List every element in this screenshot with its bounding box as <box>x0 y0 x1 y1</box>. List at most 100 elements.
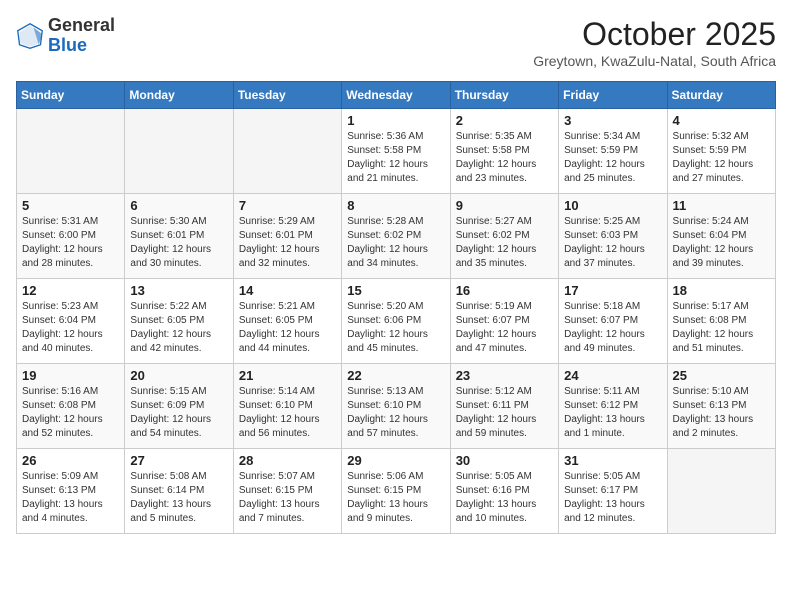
day-info: Sunrise: 5:29 AM Sunset: 6:01 PM Dayligh… <box>239 215 336 271</box>
day-number: 20 <box>130 368 227 383</box>
calendar-table: SundayMondayTuesdayWednesdayThursdayFrid… <box>16 81 776 534</box>
day-number: 5 <box>22 198 119 213</box>
day-info: Sunrise: 5:16 AM Sunset: 6:08 PM Dayligh… <box>22 385 119 441</box>
calendar-cell: 23 Sunrise: 5:12 AM Sunset: 6:11 PM Dayli… <box>450 364 558 449</box>
day-info: Sunrise: 5:32 AM Sunset: 5:59 PM Dayligh… <box>673 130 770 186</box>
calendar-cell: 25 Sunrise: 5:10 AM Sunset: 6:13 PM Dayli… <box>667 364 775 449</box>
calendar-cell: 7 Sunrise: 5:29 AM Sunset: 6:01 PM Daylig… <box>233 194 341 279</box>
calendar-cell <box>233 109 341 194</box>
day-info: Sunrise: 5:10 AM Sunset: 6:13 PM Dayligh… <box>673 385 770 441</box>
day-info: Sunrise: 5:15 AM Sunset: 6:09 PM Dayligh… <box>130 385 227 441</box>
day-info: Sunrise: 5:21 AM Sunset: 6:05 PM Dayligh… <box>239 300 336 356</box>
calendar-cell <box>667 449 775 534</box>
day-info: Sunrise: 5:23 AM Sunset: 6:04 PM Dayligh… <box>22 300 119 356</box>
calendar-cell: 3 Sunrise: 5:34 AM Sunset: 5:59 PM Daylig… <box>559 109 667 194</box>
logo-general: General <box>48 15 115 35</box>
day-number: 15 <box>347 283 444 298</box>
day-info: Sunrise: 5:35 AM Sunset: 5:58 PM Dayligh… <box>456 130 553 186</box>
day-number: 14 <box>239 283 336 298</box>
day-number: 7 <box>239 198 336 213</box>
col-header-wednesday: Wednesday <box>342 82 450 109</box>
calendar-cell: 12 Sunrise: 5:23 AM Sunset: 6:04 PM Dayli… <box>17 279 125 364</box>
day-number: 24 <box>564 368 661 383</box>
day-number: 25 <box>673 368 770 383</box>
day-number: 8 <box>347 198 444 213</box>
day-number: 6 <box>130 198 227 213</box>
logo-text: General Blue <box>48 16 115 56</box>
day-number: 19 <box>22 368 119 383</box>
day-info: Sunrise: 5:30 AM Sunset: 6:01 PM Dayligh… <box>130 215 227 271</box>
day-info: Sunrise: 5:19 AM Sunset: 6:07 PM Dayligh… <box>456 300 553 356</box>
calendar-cell: 31 Sunrise: 5:05 AM Sunset: 6:17 PM Dayli… <box>559 449 667 534</box>
week-row-1: 1 Sunrise: 5:36 AM Sunset: 5:58 PM Daylig… <box>17 109 776 194</box>
col-header-sunday: Sunday <box>17 82 125 109</box>
day-number: 9 <box>456 198 553 213</box>
col-header-friday: Friday <box>559 82 667 109</box>
col-header-tuesday: Tuesday <box>233 82 341 109</box>
day-info: Sunrise: 5:25 AM Sunset: 6:03 PM Dayligh… <box>564 215 661 271</box>
day-number: 12 <box>22 283 119 298</box>
day-number: 29 <box>347 453 444 468</box>
day-info: Sunrise: 5:24 AM Sunset: 6:04 PM Dayligh… <box>673 215 770 271</box>
day-number: 16 <box>456 283 553 298</box>
day-info: Sunrise: 5:06 AM Sunset: 6:15 PM Dayligh… <box>347 470 444 526</box>
location: Greytown, KwaZulu-Natal, South Africa <box>533 53 776 69</box>
day-number: 28 <box>239 453 336 468</box>
calendar-cell: 13Sunrise: 5:22 AM Sunset: 6:05 PM Dayli… <box>125 279 233 364</box>
day-number: 4 <box>673 113 770 128</box>
calendar-cell: 27 Sunrise: 5:08 AM Sunset: 6:14 PM Dayli… <box>125 449 233 534</box>
calendar-cell: 18Sunrise: 5:17 AM Sunset: 6:08 PM Dayli… <box>667 279 775 364</box>
calendar-cell: 17Sunrise: 5:18 AM Sunset: 6:07 PM Dayli… <box>559 279 667 364</box>
day-info: Sunrise: 5:20 AM Sunset: 6:06 PM Dayligh… <box>347 300 444 356</box>
calendar-cell <box>125 109 233 194</box>
day-info: Sunrise: 5:28 AM Sunset: 6:02 PM Dayligh… <box>347 215 444 271</box>
col-header-saturday: Saturday <box>667 82 775 109</box>
day-info: Sunrise: 5:12 AM Sunset: 6:11 PM Dayligh… <box>456 385 553 441</box>
calendar-cell: 24Sunrise: 5:11 AM Sunset: 6:12 PM Dayli… <box>559 364 667 449</box>
calendar-cell: 10 Sunrise: 5:25 AM Sunset: 6:03 PM Dayli… <box>559 194 667 279</box>
day-number: 23 <box>456 368 553 383</box>
day-info: Sunrise: 5:31 AM Sunset: 6:00 PM Dayligh… <box>22 215 119 271</box>
week-row-4: 19 Sunrise: 5:16 AM Sunset: 6:08 PM Dayli… <box>17 364 776 449</box>
day-info: Sunrise: 5:13 AM Sunset: 6:10 PM Dayligh… <box>347 385 444 441</box>
calendar-cell: 4 Sunrise: 5:32 AM Sunset: 5:59 PM Daylig… <box>667 109 775 194</box>
day-info: Sunrise: 5:05 AM Sunset: 6:17 PM Dayligh… <box>564 470 661 526</box>
calendar-cell <box>17 109 125 194</box>
week-row-2: 5 Sunrise: 5:31 AM Sunset: 6:00 PM Daylig… <box>17 194 776 279</box>
calendar-cell: 5 Sunrise: 5:31 AM Sunset: 6:00 PM Daylig… <box>17 194 125 279</box>
calendar-cell: 8 Sunrise: 5:28 AM Sunset: 6:02 PM Daylig… <box>342 194 450 279</box>
logo: General Blue <box>16 16 115 56</box>
week-row-5: 26Sunrise: 5:09 AM Sunset: 6:13 PM Dayli… <box>17 449 776 534</box>
col-header-monday: Monday <box>125 82 233 109</box>
day-number: 26 <box>22 453 119 468</box>
day-info: Sunrise: 5:17 AM Sunset: 6:08 PM Dayligh… <box>673 300 770 356</box>
day-number: 30 <box>456 453 553 468</box>
day-info: Sunrise: 5:18 AM Sunset: 6:07 PM Dayligh… <box>564 300 661 356</box>
header-row: SundayMondayTuesdayWednesdayThursdayFrid… <box>17 82 776 109</box>
day-number: 10 <box>564 198 661 213</box>
day-info: Sunrise: 5:36 AM Sunset: 5:58 PM Dayligh… <box>347 130 444 186</box>
week-row-3: 12 Sunrise: 5:23 AM Sunset: 6:04 PM Dayli… <box>17 279 776 364</box>
calendar-cell: 29 Sunrise: 5:06 AM Sunset: 6:15 PM Dayli… <box>342 449 450 534</box>
day-number: 3 <box>564 113 661 128</box>
day-number: 31 <box>564 453 661 468</box>
day-number: 27 <box>130 453 227 468</box>
day-number: 22 <box>347 368 444 383</box>
day-info: Sunrise: 5:08 AM Sunset: 6:14 PM Dayligh… <box>130 470 227 526</box>
page-header: General Blue October 2025 Greytown, KwaZ… <box>16 16 776 69</box>
month-title: October 2025 <box>533 16 776 53</box>
day-info: Sunrise: 5:05 AM Sunset: 6:16 PM Dayligh… <box>456 470 553 526</box>
day-info: Sunrise: 5:27 AM Sunset: 6:02 PM Dayligh… <box>456 215 553 271</box>
day-number: 13 <box>130 283 227 298</box>
day-number: 2 <box>456 113 553 128</box>
calendar-cell: 21Sunrise: 5:14 AM Sunset: 6:10 PM Dayli… <box>233 364 341 449</box>
calendar-cell: 14 Sunrise: 5:21 AM Sunset: 6:05 PM Dayli… <box>233 279 341 364</box>
calendar-cell: 19 Sunrise: 5:16 AM Sunset: 6:08 PM Dayli… <box>17 364 125 449</box>
logo-blue: Blue <box>48 35 87 55</box>
calendar-cell: 1 Sunrise: 5:36 AM Sunset: 5:58 PM Daylig… <box>342 109 450 194</box>
calendar-cell: 6 Sunrise: 5:30 AM Sunset: 6:01 PM Daylig… <box>125 194 233 279</box>
calendar-cell: 26Sunrise: 5:09 AM Sunset: 6:13 PM Dayli… <box>17 449 125 534</box>
calendar-cell: 22 Sunrise: 5:13 AM Sunset: 6:10 PM Dayli… <box>342 364 450 449</box>
day-info: Sunrise: 5:34 AM Sunset: 5:59 PM Dayligh… <box>564 130 661 186</box>
day-number: 1 <box>347 113 444 128</box>
